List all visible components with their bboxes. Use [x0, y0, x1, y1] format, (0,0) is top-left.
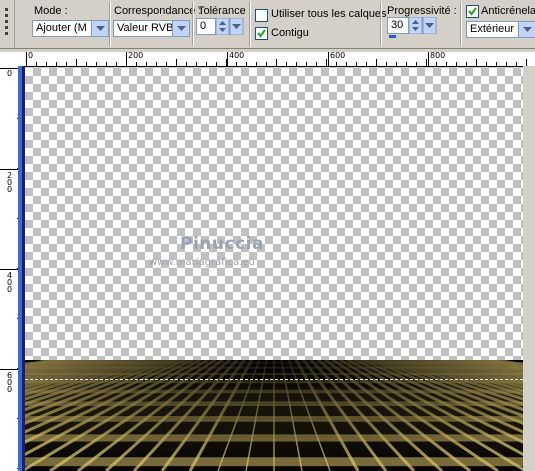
- ruler-tick: [356, 62, 357, 66]
- all-layers-label: Utiliser tous les calques: [271, 8, 387, 20]
- ruler-tick: [246, 62, 247, 66]
- ruler-tick: [426, 59, 427, 66]
- chevron-down-icon[interactable]: [172, 21, 189, 36]
- ruler-tick: [416, 62, 417, 66]
- ruler-tick: [166, 62, 167, 66]
- ruler-tick: [96, 62, 97, 66]
- ruler-tick: [386, 62, 387, 66]
- ruler-label: 400: [7, 271, 13, 294]
- ruler-tick: [296, 62, 297, 66]
- ruler-tick: [436, 62, 437, 66]
- ruler-tick: [326, 59, 327, 66]
- anticrenelage-mode-value: Extérieur: [470, 23, 515, 35]
- ruler-tick: [526, 59, 527, 66]
- mode-value: Ajouter (M: [36, 22, 87, 34]
- ruler-tick: [286, 62, 287, 66]
- spin-arrows-icon[interactable]: [408, 16, 437, 35]
- ruler-tick: [76, 59, 77, 66]
- ruler-tick: [486, 62, 487, 66]
- all-layers-checkbox[interactable]: [255, 9, 268, 22]
- ruler-tick: [306, 62, 307, 66]
- spin-arrows-icon[interactable]: [215, 17, 244, 36]
- chevron-down-icon[interactable]: [91, 21, 108, 36]
- ruler-label: 0: [28, 51, 34, 60]
- ruler-tick: [376, 59, 377, 66]
- chevron-down-icon[interactable]: [518, 22, 535, 37]
- image-canvas[interactable]: Pinuccia www.mariagrafica.eu: [25, 68, 523, 471]
- tolerance-label: Tolérance :: [198, 5, 252, 17]
- contigu-checkbox[interactable]: [255, 27, 268, 40]
- progressivite-field[interactable]: 30: [387, 17, 409, 34]
- ruler-tick: [316, 62, 317, 66]
- correspondance-select[interactable]: Valeur RVB: [113, 20, 190, 37]
- tolerance-field[interactable]: 0: [196, 18, 216, 35]
- ruler-tick: [216, 62, 217, 66]
- progressivite-spinner[interactable]: 30: [387, 16, 437, 35]
- ruler-label: 600: [330, 51, 346, 60]
- ruler-label: 200: [128, 51, 144, 60]
- ruler-tick: [466, 62, 467, 66]
- ruler-tick: [56, 62, 57, 66]
- ruler-label: 0: [7, 69, 13, 78]
- ruler-tick: [346, 62, 347, 66]
- ruler-tick: [496, 62, 497, 66]
- anticrenelage-checkbox[interactable]: [466, 5, 479, 18]
- ruler-tick: [476, 59, 477, 66]
- tolerance-value: 0: [200, 20, 207, 32]
- selection-marquee: [25, 379, 523, 381]
- ruler-tick: [106, 62, 107, 66]
- ruler-tick: [516, 62, 517, 66]
- ruler-tick: [236, 62, 237, 66]
- ruler-tick: [396, 62, 397, 66]
- progressivite-value: 30: [391, 19, 404, 31]
- ruler-label: 600: [7, 371, 13, 394]
- horizontal-ruler: 0 200 400 600 800: [0, 51, 535, 67]
- ruler-tick: [176, 59, 177, 66]
- ruler-tick: [136, 62, 137, 66]
- ruler-tick: [226, 59, 227, 66]
- ruler-tick: [206, 62, 207, 66]
- ruler-tick: [406, 62, 407, 66]
- correspondance-value: Valeur RVB: [117, 22, 174, 34]
- checkmark-icon: [257, 29, 266, 38]
- anticrenelage-mode-select[interactable]: Extérieur: [466, 21, 535, 38]
- anticrenelage-label: Anticrénelage: [481, 5, 535, 17]
- ruler-tick: [46, 62, 47, 66]
- ruler-tick: [86, 62, 87, 66]
- tool-options-toolbar: Mode : Ajouter (M Correspondance : Valeu…: [0, 0, 535, 49]
- ruler-tick: [36, 62, 37, 66]
- watermark-url: www.mariagrafica.eu: [149, 257, 255, 268]
- ruler-tick: [126, 59, 127, 66]
- canvas-right-edge: [523, 66, 535, 471]
- mode-label: Mode :: [34, 5, 68, 17]
- ruler-tick: [156, 62, 157, 66]
- toolbar-grip[interactable]: [0, 0, 15, 48]
- ruler-tick: [366, 62, 367, 66]
- ruler-tick: [146, 62, 147, 66]
- ruler-tick: [26, 59, 27, 66]
- ruler-tick: [66, 62, 67, 66]
- ruler-label: 800: [430, 51, 446, 60]
- ruler-tick: [186, 62, 187, 66]
- ruler-tick: [336, 62, 337, 66]
- progressivite-level-bar: [389, 35, 396, 38]
- ruler-tick: [506, 62, 507, 66]
- ruler-tick: [456, 62, 457, 66]
- ruler-tick: [276, 59, 277, 66]
- ruler-tick: [256, 62, 257, 66]
- progressivite-label: Progressivité :: [387, 5, 457, 17]
- ruler-label: 400: [229, 51, 245, 60]
- ruler-tick: [446, 62, 447, 66]
- ruler-tick: [116, 62, 117, 66]
- watermark-name: Pinuccia: [180, 234, 264, 254]
- mode-select[interactable]: Ajouter (M: [32, 20, 109, 37]
- perspective-floor-image: [25, 360, 523, 471]
- correspondance-label: Correspondance :: [114, 5, 202, 17]
- contigu-label: Contigu: [271, 27, 309, 39]
- ruler-tick: [266, 62, 267, 66]
- ruler-tick: [196, 62, 197, 66]
- ruler-label: 200: [7, 171, 13, 194]
- tolerance-spinner[interactable]: 0: [196, 17, 244, 36]
- checkmark-icon: [468, 7, 477, 16]
